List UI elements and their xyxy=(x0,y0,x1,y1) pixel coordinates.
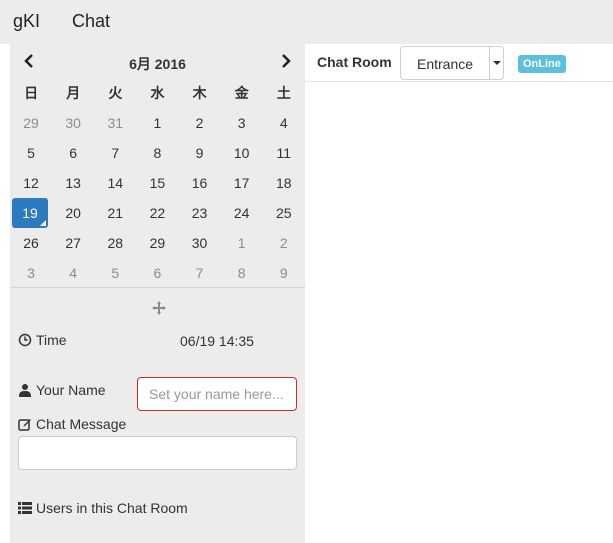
calendar-day[interactable]: 8 xyxy=(221,258,263,288)
calendar-weekday: 金 xyxy=(234,85,249,101)
calendar-day[interactable]: 10 xyxy=(221,138,263,168)
calendar-day[interactable]: 9 xyxy=(179,138,221,168)
calendar-day[interactable]: 3 xyxy=(221,108,263,138)
calendar-day[interactable]: 31 xyxy=(94,108,136,138)
calendar-day[interactable]: 29 xyxy=(136,228,178,258)
calendar-day[interactable]: 8 xyxy=(136,138,178,168)
calendar-day[interactable]: 28 xyxy=(94,228,136,258)
calendar-day[interactable]: 6 xyxy=(136,258,178,288)
calendar-day[interactable]: 20 xyxy=(52,198,94,228)
calendar-grid: 日月火水木金土 29 30 31 1 2 3 4 5 6 7 8 9 10 11 12 13 14 15 16 17 1… xyxy=(10,78,305,288)
calendar-day-selected[interactable]: 19 xyxy=(10,198,52,228)
calendar-day[interactable]: 5 xyxy=(94,258,136,288)
calendar-day[interactable]: 26 xyxy=(10,228,52,258)
calendar-day[interactable]: 11 xyxy=(263,138,305,168)
calendar-month-title[interactable]: 6月 2016 xyxy=(90,54,225,74)
calendar-day[interactable]: 17 xyxy=(221,168,263,198)
calendar-day[interactable]: 5 xyxy=(10,138,52,168)
calendar-header: 6月 2016 xyxy=(10,44,305,78)
calendar-weekday: 月 xyxy=(66,85,81,101)
calendar-day[interactable]: 12 xyxy=(10,168,52,198)
calendar-weekday: 土 xyxy=(276,85,291,101)
calendar-day[interactable]: 1 xyxy=(221,228,263,258)
calendar-day[interactable]: 27 xyxy=(52,228,94,258)
chat-room-label: Chat Room xyxy=(317,54,392,70)
users-label-text: Users in this Chat Room xyxy=(36,500,188,516)
chat-room-selected-value: Entrance xyxy=(417,56,474,72)
calendar-weekday-row: 日月火水木金土 xyxy=(10,78,305,108)
time-label: Time xyxy=(18,332,67,348)
calendar-weekday: 水 xyxy=(150,85,165,101)
calendar-week-row: 3456789 xyxy=(10,258,305,288)
chevron-right-icon[interactable] xyxy=(275,53,295,69)
calendar-weekday: 火 xyxy=(108,85,123,101)
calendar-day[interactable]: 21 xyxy=(94,198,136,228)
chat-room-select[interactable]: Entrance xyxy=(400,46,504,80)
calendar-day[interactable]: 6 xyxy=(52,138,94,168)
edit-icon xyxy=(18,417,32,431)
time-label-text: Time xyxy=(36,332,67,348)
caret-down-icon[interactable] xyxy=(489,47,503,79)
calendar-day[interactable]: 4 xyxy=(52,258,94,288)
nav-link-chat[interactable]: Chat xyxy=(72,11,110,32)
calendar-day[interactable]: 25 xyxy=(263,198,305,228)
name-input[interactable] xyxy=(137,377,297,411)
calendar-day[interactable]: 2 xyxy=(263,228,305,258)
calendar-day[interactable]: 3 xyxy=(10,258,52,288)
calendar-day[interactable]: 14 xyxy=(94,168,136,198)
move-icon[interactable] xyxy=(151,300,167,316)
calendar-day[interactable]: 9 xyxy=(263,258,305,288)
calendar-week-row: 29 30 31 1 2 3 4 xyxy=(10,108,305,138)
message-label-text: Chat Message xyxy=(36,416,127,432)
name-label-text: Your Name xyxy=(36,382,106,398)
chat-main-panel: Chat Room Entrance OnLine xyxy=(305,44,613,543)
message-label: Chat Message xyxy=(18,416,126,432)
calendar-day[interactable]: 7 xyxy=(94,138,136,168)
navbar: gKI Chat xyxy=(0,0,613,44)
brand-link[interactable]: gKI xyxy=(13,11,40,32)
sidebar: 6月 2016 日月火水木金土 29 30 31 1 2 3 4 5 6 7 8 9 10 11 12 13 1… xyxy=(10,44,305,543)
calendar-day[interactable]: 30 xyxy=(179,228,221,258)
calendar-day[interactable]: 16 xyxy=(179,168,221,198)
time-value: 06/19 14:35 xyxy=(180,333,254,349)
users-label: Users in this Chat Room xyxy=(18,500,188,516)
list-icon xyxy=(18,501,32,515)
chevron-left-icon[interactable] xyxy=(20,53,40,69)
calendar-day[interactable]: 13 xyxy=(52,168,94,198)
calendar-day-label: 19 xyxy=(12,198,48,228)
calendar-week-row: 26 27 28 29 30 1 2 xyxy=(10,228,305,258)
status-badge: OnLine xyxy=(518,55,566,73)
calendar-day[interactable]: 2 xyxy=(179,108,221,138)
name-label: Your Name xyxy=(18,382,106,398)
calendar-day[interactable]: 15 xyxy=(136,168,178,198)
calendar-day[interactable]: 30 xyxy=(52,108,94,138)
calendar-day[interactable]: 22 xyxy=(136,198,178,228)
calendar-day[interactable]: 23 xyxy=(179,198,221,228)
calendar-day[interactable]: 7 xyxy=(179,258,221,288)
calendar-day[interactable]: 18 xyxy=(263,168,305,198)
message-input[interactable] xyxy=(18,436,297,470)
divider xyxy=(305,81,613,82)
user-icon xyxy=(18,383,32,397)
calendar-week-row: 19 20 21 22 23 24 25 xyxy=(10,198,305,228)
clock-icon xyxy=(18,333,32,347)
calendar-week-row: 5 6 7 8 9 10 11 xyxy=(10,138,305,168)
calendar-day[interactable]: 4 xyxy=(263,108,305,138)
calendar-day[interactable]: 1 xyxy=(136,108,178,138)
calendar-week-row: 12 13 14 15 16 17 18 xyxy=(10,168,305,198)
divider xyxy=(10,287,305,288)
calendar-weekday: 木 xyxy=(192,85,207,101)
calendar-day[interactable]: 24 xyxy=(221,198,263,228)
calendar-day[interactable]: 29 xyxy=(10,108,52,138)
calendar-weekday: 日 xyxy=(24,85,39,101)
